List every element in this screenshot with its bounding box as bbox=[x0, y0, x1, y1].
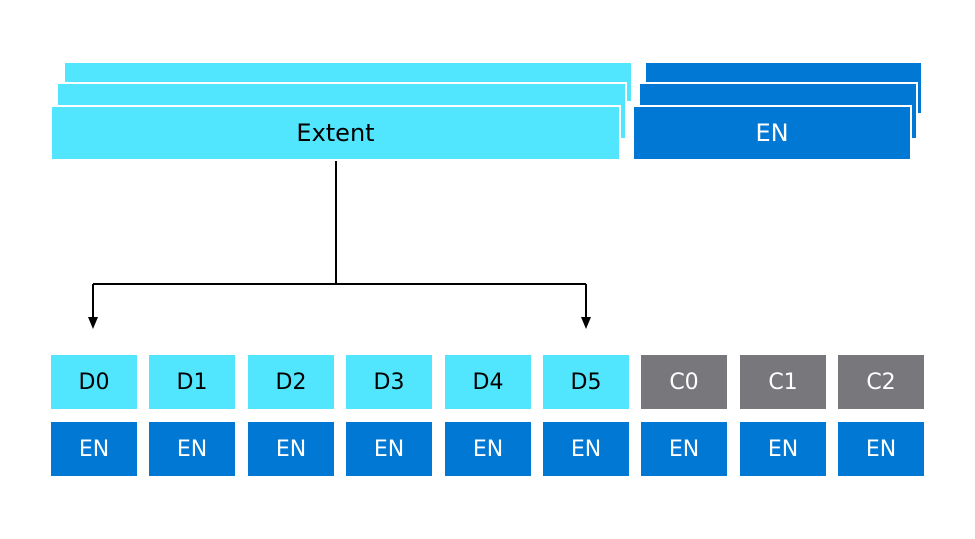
data-cell-d5: D5 bbox=[543, 355, 629, 409]
en-cell-c0: EN bbox=[641, 422, 727, 476]
data-cell-d0: D0 bbox=[51, 355, 137, 409]
en-cell-d0: EN bbox=[51, 422, 137, 476]
data-cell-d4: D4 bbox=[445, 355, 531, 409]
arrowhead-left-icon bbox=[88, 317, 98, 329]
arrowhead-right-icon bbox=[581, 317, 591, 329]
parity-cell-c1: C1 bbox=[740, 355, 826, 409]
en-cell-c2: EN bbox=[838, 422, 924, 476]
en-cell-c1: EN bbox=[740, 422, 826, 476]
data-cell-d1: D1 bbox=[149, 355, 235, 409]
en-cell-d1: EN bbox=[149, 422, 235, 476]
en-cell-d4: EN bbox=[445, 422, 531, 476]
parity-cell-c0: C0 bbox=[641, 355, 727, 409]
en-cell-d3: EN bbox=[346, 422, 432, 476]
en-cell-d5: EN bbox=[543, 422, 629, 476]
parity-cell-c2: C2 bbox=[838, 355, 924, 409]
data-cell-d2: D2 bbox=[248, 355, 334, 409]
en-cell-d2: EN bbox=[248, 422, 334, 476]
data-cell-d3: D3 bbox=[346, 355, 432, 409]
